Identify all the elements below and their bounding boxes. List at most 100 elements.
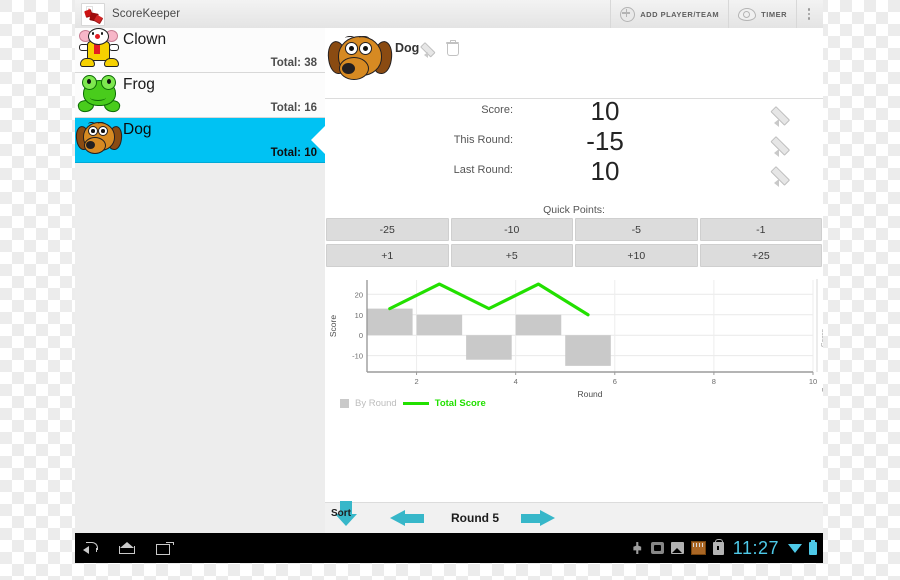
quick-point-button-minus-5[interactable]: -5 [575,218,698,241]
quick-point-button-plus-5[interactable]: +5 [450,244,573,267]
sort-label: Sort [331,508,351,519]
detail-player-name: Dog [395,41,420,55]
selection-caret-icon [311,125,326,155]
overflow-menu-icon [801,0,817,28]
android-system-bar: 11:27 [75,533,823,563]
add-player-team-button[interactable]: ADD PLAYER/TEAM [610,0,728,28]
dog-avatar-icon [325,30,395,92]
home-icon[interactable] [119,542,136,554]
edit-last-round-button[interactable] [770,163,795,187]
screenshot-root: ScoreKeeper ADD PLAYER/TEAM TIMER Clown … [0,0,900,580]
svg-text:Score: Score [328,315,338,337]
score-row-score: Score: 10 [325,96,823,129]
svg-text:10: 10 [355,311,363,320]
dice-cards-icon [81,2,105,26]
quick-point-button-minus-10[interactable]: -10 [450,218,573,241]
score-row-label: Last Round: [453,164,513,176]
pencil-icon [770,163,795,187]
score-rows: Score: 10 This Round: -15 Last Round: 10 [325,96,823,189]
screenshot-icon [670,542,684,554]
detail-header: Dog [325,28,823,99]
pencil-icon [420,40,439,58]
timer-label: TIMER [761,9,787,19]
trash-icon [445,40,459,56]
dog-avatar-icon [75,118,124,162]
player-total: Total: 38 [270,57,317,69]
system-nav-icons [83,533,174,563]
previous-round-button[interactable] [390,510,424,527]
legend-line-total-score [402,402,429,405]
quick-point-button-minus-25[interactable]: -25 [326,218,449,241]
score-row-value: -15 [586,126,624,156]
sd-card-icon [650,542,664,554]
action-bar-actions: ADD PLAYER/TEAM TIMER [610,0,823,28]
score-row-this-round: This Round: -15 [325,126,823,159]
svg-text:2: 2 [414,377,418,386]
quick-point-button-minus-1[interactable]: -1 [699,218,822,241]
lock-icon [712,538,724,555]
quick-point-button-plus-25[interactable]: +25 [699,244,822,267]
player-name: Frog [123,76,155,93]
clipped-secondary-chart: Score 0 u [814,276,823,406]
system-status-area[interactable]: 11:27 [631,533,817,563]
legend-label-by-round: By Round [355,398,397,409]
score-row-value: 10 [590,96,620,126]
recents-icon[interactable] [156,541,174,555]
player-detail-pane: Dog Score: 10 This Round: -15 Last Round… [325,28,823,533]
score-row-last-round: Last Round: 10 [325,156,823,189]
quick-points-title: Quick Points: [543,204,605,216]
keyboard-icon [690,541,706,555]
edit-this-round-button[interactable] [770,133,795,157]
score-chart-svg: 20100-102 4 6 8 10RoundScore [328,280,817,399]
score-row-label: Score: [481,104,513,116]
svg-text:u: u [822,387,823,394]
scorekeeper-app-window: ScoreKeeper ADD PLAYER/TEAM TIMER Clown … [75,0,823,533]
battery-icon [809,539,817,555]
usb-icon [633,542,642,554]
overflow-menu-button[interactable] [796,0,821,28]
legend-swatch-by-round [340,399,349,408]
pencil-icon [770,133,795,157]
edit-player-name-button[interactable] [420,39,439,58]
arrow-right-icon [540,510,555,526]
timer-button[interactable]: TIMER [728,0,796,28]
svg-text:4: 4 [514,377,518,386]
frog-avatar-icon [75,73,122,117]
wifi-icon [788,543,802,554]
svg-text:Score: Score [821,329,823,347]
player-list-sidebar: Clown Total: 38 Frog Total: 16 Dog Total… [75,28,326,533]
add-player-team-label: ADD PLAYER/TEAM [640,9,720,19]
delete-player-button[interactable] [445,39,459,57]
back-icon[interactable] [83,542,99,554]
svg-text:8: 8 [712,377,716,386]
player-list-item-frog[interactable]: Frog Total: 16 [75,73,325,118]
svg-text:20: 20 [355,290,363,299]
arrow-left-icon [390,510,405,526]
next-round-button[interactable] [521,510,555,527]
add-circle-icon [620,6,636,22]
timer-eye-icon [738,7,757,21]
svg-text:0: 0 [359,331,363,340]
quick-point-button-plus-1[interactable]: +1 [326,244,449,267]
round-navigation-bar: Sort Round 5 [325,500,823,533]
svg-text:-10: -10 [352,352,363,361]
player-name: Clown [123,31,167,48]
pencil-icon [770,103,795,127]
status-clock: 11:27 [732,537,779,558]
player-name: Dog [123,121,152,138]
app-title: ScoreKeeper [112,8,181,20]
score-row-label: This Round: [453,134,513,146]
clown-avatar-icon [75,28,121,72]
legend-label-total-score: Total Score [434,398,486,409]
svg-text:6: 6 [613,377,617,386]
player-list-item-clown[interactable]: Clown Total: 38 [75,28,325,73]
score-chart: 20 10 0 -10 2 4 6 8 10 Round Score [325,276,823,406]
quick-point-button-plus-10[interactable]: +10 [575,244,698,267]
chart-legend: By Round Total Score [340,398,486,409]
action-bar: ScoreKeeper ADD PLAYER/TEAM TIMER [75,0,823,29]
sort-button[interactable]: Sort [329,500,369,533]
player-list-item-dog[interactable]: Dog Total: 10 [75,118,326,163]
edit-score-button[interactable] [770,103,795,127]
quick-points-grid: -25 -10 -5 -1 +1 +5 +10 +25 [326,218,822,267]
round-label: Round 5 [451,511,499,525]
